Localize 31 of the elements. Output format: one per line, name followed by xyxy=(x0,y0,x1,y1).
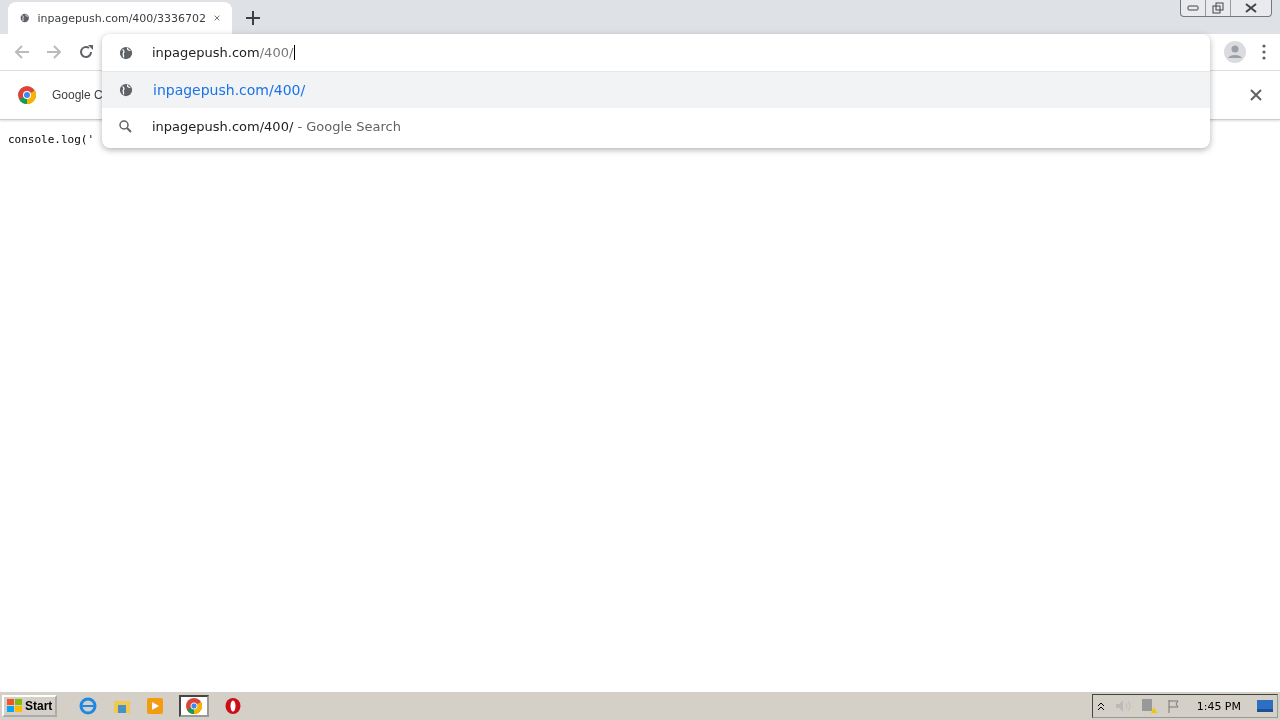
restore-icon[interactable] xyxy=(1212,2,1224,14)
windows-logo-icon xyxy=(7,699,23,713)
close-icon[interactable] xyxy=(1245,3,1257,13)
close-icon[interactable] xyxy=(214,13,220,23)
window-controls[interactable] xyxy=(1180,0,1272,17)
menu-icon[interactable] xyxy=(1262,44,1266,60)
browser-tab[interactable]: inpagepush.com/400/3336702 xyxy=(8,2,232,34)
flag-icon[interactable] xyxy=(1166,699,1181,713)
new-tab-icon[interactable] xyxy=(246,11,260,25)
avatar-icon[interactable] xyxy=(1224,41,1246,63)
address-field[interactable]: inpagepush.com/400/ xyxy=(152,45,296,60)
clock: 1:45 PM xyxy=(1196,699,1241,713)
suggestion-item[interactable]: inpagepush.com/400/ - Google Search xyxy=(102,108,1210,144)
opera-icon[interactable] xyxy=(225,698,242,714)
reload-icon[interactable] xyxy=(78,44,94,60)
ie-icon[interactable] xyxy=(79,697,98,715)
globe-icon xyxy=(119,83,133,97)
taskbar-chrome-button[interactable] xyxy=(179,695,210,717)
tab-title: inpagepush.com/400/3336702 xyxy=(37,11,207,25)
globe-icon xyxy=(119,45,133,60)
minimize-icon[interactable] xyxy=(1187,5,1199,11)
chevron-up-icon[interactable] xyxy=(1096,701,1105,711)
suggestion-item[interactable]: inpagepush.com/400/ xyxy=(102,72,1210,108)
page-text: console.log(' xyxy=(8,133,95,146)
close-icon[interactable] xyxy=(1250,89,1262,101)
media-player-icon[interactable] xyxy=(147,698,164,714)
browser-logo-icon xyxy=(18,86,36,104)
infobar-message: Google C xyxy=(52,88,103,102)
search-icon xyxy=(119,119,132,133)
folder-icon[interactable] xyxy=(113,698,132,714)
start-button[interactable]: Start xyxy=(2,695,58,717)
